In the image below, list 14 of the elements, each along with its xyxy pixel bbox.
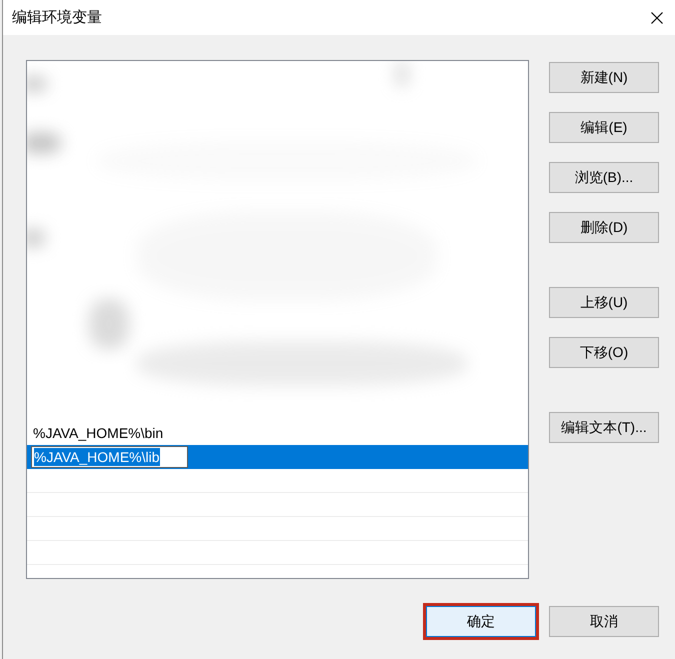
browse-button[interactable]: 浏览(B)... <box>549 162 659 193</box>
close-icon[interactable] <box>651 12 663 24</box>
cancel-button[interactable]: 取消 <box>549 606 659 637</box>
edit-field[interactable]: %JAVA_HOME%\lib <box>31 446 188 468</box>
list-item[interactable]: %JAVA_HOME%\bin <box>27 421 528 445</box>
delete-button[interactable]: 删除(D) <box>549 212 659 243</box>
move-down-button[interactable]: 下移(O) <box>549 337 659 368</box>
edit-text-button[interactable]: 编辑文本(T)... <box>549 412 659 443</box>
list-item[interactable]: %JAVA_HOME%\lib <box>27 445 528 469</box>
ok-button[interactable]: 确定 <box>426 606 536 637</box>
edit-button[interactable]: 编辑(E) <box>549 112 659 143</box>
move-up-button[interactable]: 上移(U) <box>549 287 659 318</box>
new-button[interactable]: 新建(N) <box>549 62 659 93</box>
window-title: 编辑环境变量 <box>12 8 102 27</box>
